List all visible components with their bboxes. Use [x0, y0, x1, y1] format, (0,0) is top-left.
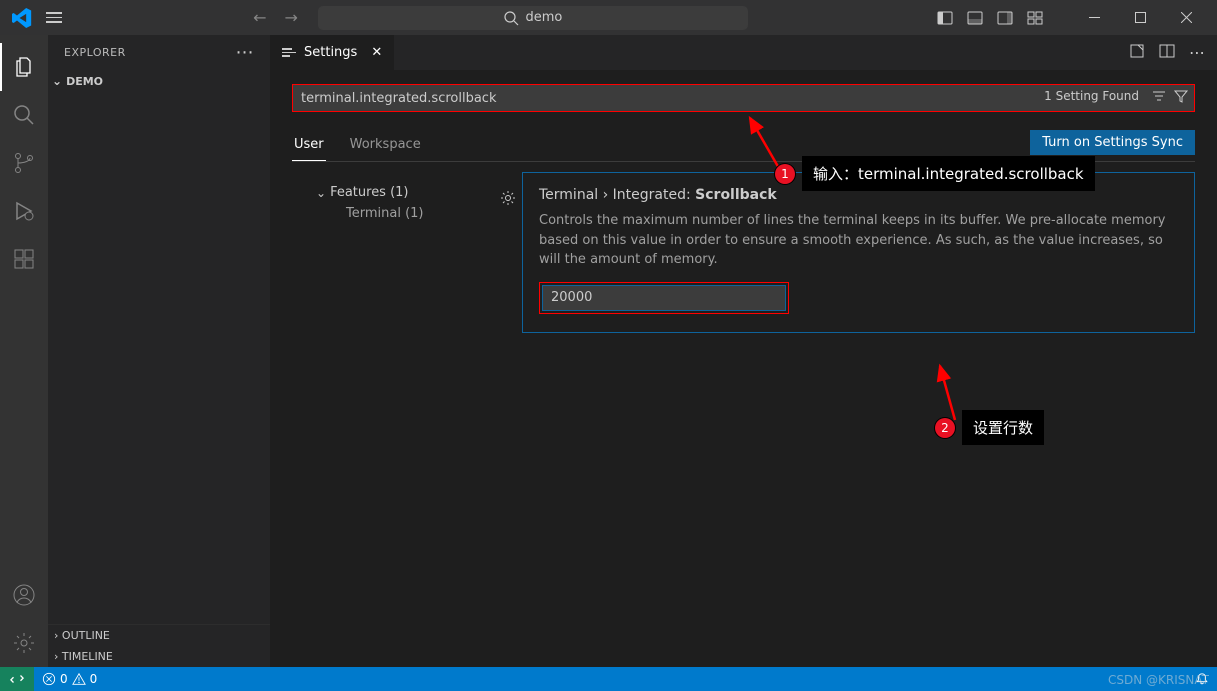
- remote-button[interactable]: [0, 667, 34, 691]
- activity-run-debug[interactable]: [0, 187, 48, 235]
- search-icon: [12, 103, 36, 127]
- problems-button[interactable]: 0 0: [34, 667, 105, 691]
- activity-accounts[interactable]: [0, 571, 48, 619]
- annotation-badge-1: 1: [775, 164, 795, 184]
- chevron-right-icon: ›: [54, 629, 58, 642]
- git-branch-icon: [12, 151, 36, 175]
- activity-extensions[interactable]: [0, 235, 48, 283]
- activity-bar: [0, 35, 48, 667]
- scrollback-value-input[interactable]: [542, 285, 786, 311]
- warning-icon: [72, 672, 86, 686]
- layout-sidebar-left-icon[interactable]: [937, 10, 953, 26]
- folder-header[interactable]: ⌄ DEMO: [48, 72, 270, 90]
- gear-icon[interactable]: [500, 190, 516, 206]
- settings-sync-button[interactable]: Turn on Settings Sync: [1030, 130, 1195, 155]
- remote-icon: [10, 672, 24, 686]
- activity-explorer[interactable]: [0, 43, 48, 91]
- explorer-sidebar: EXPLORER ⋯ ⌄ DEMO › OUTLINE › TIMELINE: [48, 35, 270, 667]
- vscode-logo-icon: [12, 8, 32, 28]
- search-icon: [503, 10, 519, 26]
- account-icon: [12, 583, 36, 607]
- chevron-right-icon: ›: [54, 650, 58, 663]
- command-center-text: demo: [525, 10, 562, 25]
- error-icon: [42, 672, 56, 686]
- command-center[interactable]: demo: [318, 6, 748, 30]
- files-icon: [12, 55, 36, 79]
- outline-section[interactable]: › OUTLINE: [48, 625, 270, 646]
- status-bar: 0 0: [0, 667, 1217, 691]
- annotation-text-2: 设置行数: [962, 410, 1044, 445]
- activity-settings[interactable]: [0, 619, 48, 667]
- window-minimize-button[interactable]: [1071, 0, 1117, 35]
- setting-description: Controls the maximum number of lines the…: [539, 211, 1178, 270]
- layout-sidebar-right-icon[interactable]: [997, 10, 1013, 26]
- timeline-section[interactable]: › TIMELINE: [48, 646, 270, 667]
- scope-user-tab[interactable]: User: [292, 131, 326, 161]
- toc-terminal[interactable]: Terminal (1): [292, 203, 522, 224]
- clear-search-icon[interactable]: [1151, 88, 1167, 104]
- setting-scrollback-card: Terminal › Integrated: Scrollback Contro…: [522, 172, 1195, 333]
- tab-label: Settings: [304, 45, 357, 60]
- folder-name: DEMO: [66, 75, 103, 88]
- nav-forward-icon[interactable]: →: [285, 8, 298, 27]
- hamburger-menu-icon[interactable]: [44, 8, 64, 28]
- activity-source-control[interactable]: [0, 139, 48, 187]
- settings-body: 1 Setting Found User Workspace Turn on S…: [270, 70, 1217, 667]
- tabs-row: Settings ✕ ⋯: [270, 35, 1217, 70]
- extensions-icon: [12, 247, 36, 271]
- open-settings-json-icon[interactable]: [1129, 43, 1145, 59]
- split-editor-icon[interactable]: [1159, 43, 1175, 59]
- debug-icon: [12, 199, 36, 223]
- close-tab-icon[interactable]: ✕: [371, 45, 382, 60]
- nav-back-icon[interactable]: ←: [253, 8, 266, 27]
- window-maximize-button[interactable]: [1117, 0, 1163, 35]
- sidebar-more-icon[interactable]: ⋯: [236, 42, 255, 63]
- scope-workspace-tab[interactable]: Workspace: [348, 131, 423, 160]
- window-close-button[interactable]: [1163, 0, 1209, 35]
- settings-tab-icon: [282, 48, 296, 57]
- annotation-text-1: 输入：terminal.integrated.scrollback: [802, 156, 1095, 191]
- layout-panel-icon[interactable]: [967, 10, 983, 26]
- sidebar-title: EXPLORER: [64, 46, 126, 59]
- toc-features[interactable]: ⌄ Features (1): [292, 182, 522, 203]
- titlebar: ← → demo: [0, 0, 1217, 35]
- settings-toc: ⌄ Features (1) Terminal (1): [292, 172, 522, 333]
- annotation-badge-2: 2: [935, 418, 955, 438]
- gear-icon: [12, 631, 36, 655]
- chevron-down-icon: ⌄: [52, 74, 62, 88]
- editor-area: Settings ✕ ⋯ 1 Setting Found: [270, 35, 1217, 667]
- chevron-down-icon: ⌄: [316, 186, 326, 200]
- watermark: CSDN @KRISNAT: [1108, 673, 1209, 687]
- activity-search[interactable]: [0, 91, 48, 139]
- filter-icon[interactable]: [1173, 88, 1189, 104]
- more-actions-icon[interactable]: ⋯: [1189, 43, 1205, 62]
- tab-settings[interactable]: Settings ✕: [270, 35, 394, 70]
- layout-customize-icon[interactable]: [1027, 10, 1043, 26]
- settings-found-count: 1 Setting Found: [1044, 89, 1139, 103]
